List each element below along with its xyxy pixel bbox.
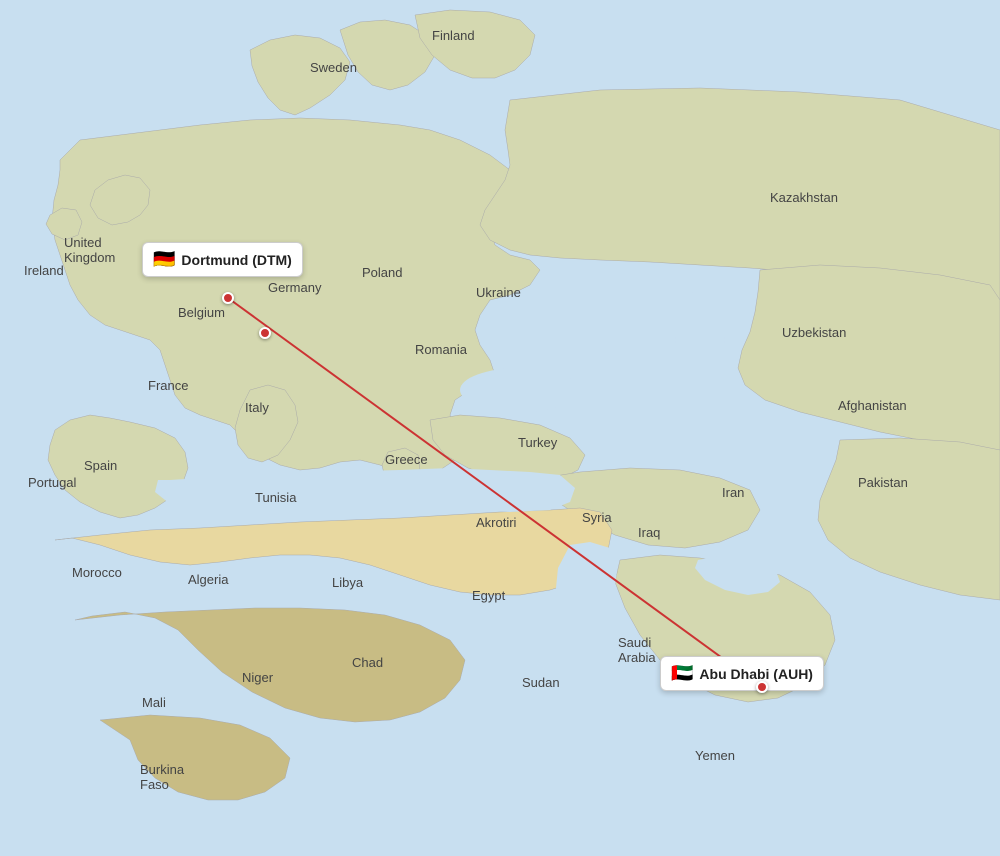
destination-flag: 🇦🇪 — [671, 663, 693, 684]
origin-flag: 🇩🇪 — [153, 249, 175, 270]
origin-label: 🇩🇪 Dortmund (DTM) — [142, 242, 303, 277]
map-container: Ireland UnitedKingdom Sweden Finland Bel… — [0, 0, 1000, 856]
origin-dot — [222, 292, 234, 304]
destination-label: 🇦🇪 Abu Dhabi (AUH) — [660, 656, 824, 691]
waypoint-marker — [259, 327, 271, 339]
origin-label-text: Dortmund (DTM) — [181, 252, 291, 268]
map-svg — [0, 0, 1000, 856]
destination-label-text: Abu Dhabi (AUH) — [699, 666, 813, 682]
destination-dot — [756, 681, 768, 693]
